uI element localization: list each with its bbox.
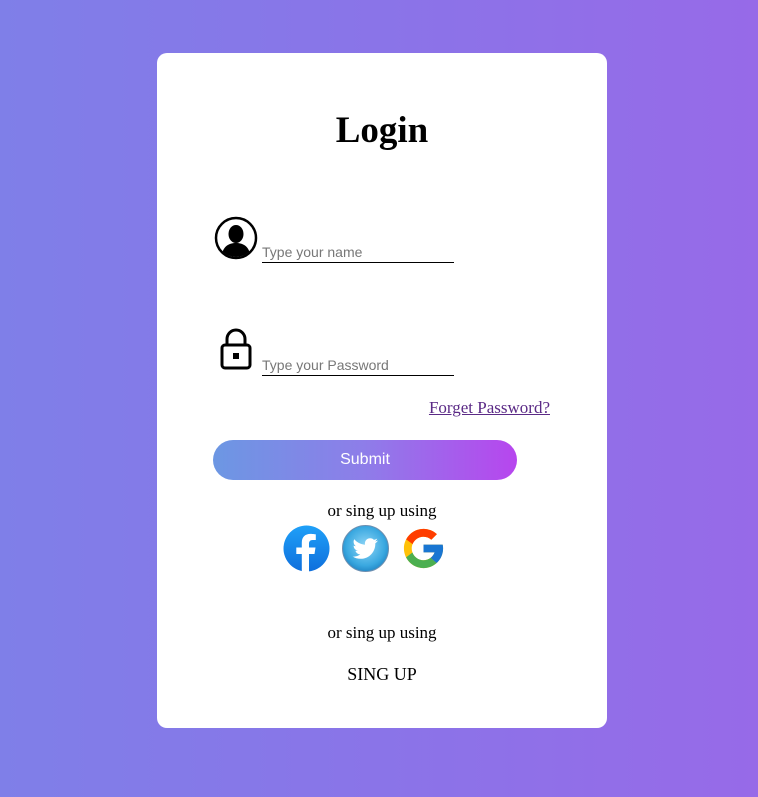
user-icon (213, 215, 259, 261)
page-title: Login (335, 110, 429, 151)
submit-button[interactable]: Submit (213, 440, 517, 480)
twitter-icon[interactable] (342, 525, 389, 572)
social-login-group (283, 525, 449, 573)
google-icon[interactable] (400, 525, 447, 572)
password-input[interactable] (262, 355, 454, 376)
signup-link[interactable]: SING UP (157, 664, 607, 685)
alt-signup-text-2: or sing up using (327, 623, 437, 642)
login-card: Login Forget Password? Submit or sing up… (157, 53, 607, 728)
lock-icon (213, 326, 259, 372)
facebook-icon[interactable] (283, 525, 330, 572)
name-input[interactable] (262, 242, 454, 263)
alt-signup-text: or sing up using (327, 501, 437, 520)
forgot-password-link[interactable]: Forget Password? (429, 398, 550, 418)
